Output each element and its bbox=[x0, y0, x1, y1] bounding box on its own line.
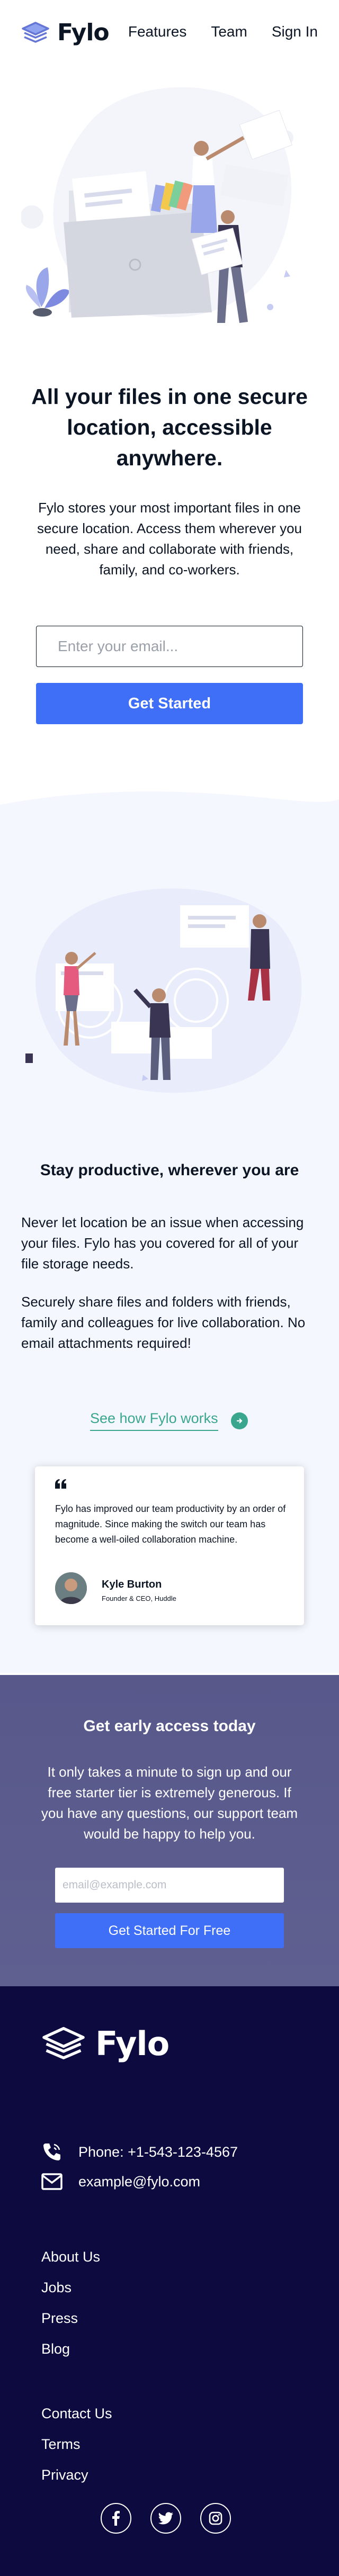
footer-email-text: example@fylo.com bbox=[78, 2173, 200, 2190]
footer-email[interactable]: example@fylo.com bbox=[41, 2173, 200, 2191]
testimonial-name: Kyle Burton bbox=[102, 1579, 162, 1590]
logo-wordmark: Fylo bbox=[57, 19, 110, 46]
productive-title: Stay productive, wherever you are bbox=[40, 1161, 299, 1179]
productive-paragraph-1: Never let location be an issue when acce… bbox=[21, 1214, 304, 1272]
main-nav: Features Team Sign In bbox=[128, 23, 318, 40]
avatar bbox=[55, 1572, 87, 1604]
get-started-button[interactable]: Get Started bbox=[36, 683, 303, 724]
hero-title: All your files in one secure location, a… bbox=[31, 384, 308, 470]
footer-link-press[interactable]: Press bbox=[41, 2310, 78, 2327]
early-access-description: It only takes a minute to sign up and ou… bbox=[41, 1764, 298, 1842]
footer-link-privacy[interactable]: Privacy bbox=[41, 2467, 88, 2483]
footer-link-contact-us[interactable]: Contact Us bbox=[41, 2406, 112, 2422]
productive-paragraph-2: Securely share files and folders with fr… bbox=[21, 1294, 306, 1351]
footer-link-terms[interactable]: Terms bbox=[41, 2436, 81, 2453]
get-started-free-button[interactable]: Get Started For Free bbox=[55, 1913, 284, 1948]
facebook-icon[interactable] bbox=[101, 2503, 131, 2534]
footer-logo[interactable]: Fylo bbox=[41, 2024, 170, 2063]
footer-phone-text: Phone: +1-543-123-4567 bbox=[78, 2143, 238, 2160]
early-access-email-input[interactable] bbox=[55, 1868, 284, 1903]
see-how-link[interactable]: See how Fylo works bbox=[90, 1410, 248, 1431]
testimonial-role: Founder & CEO, Huddle bbox=[102, 1595, 176, 1602]
logo-icon bbox=[42, 2026, 85, 2059]
footer-phone[interactable]: Phone: +1-543-123-4567 bbox=[41, 2141, 238, 2163]
hero-illustration bbox=[21, 87, 293, 323]
footer-link-blog[interactable]: Blog bbox=[41, 2341, 70, 2357]
nav-sign-in[interactable]: Sign In bbox=[272, 23, 318, 40]
email-icon bbox=[41, 2173, 63, 2190]
hero-description: Fylo stores your most important files in… bbox=[37, 500, 302, 578]
productive-illustration bbox=[25, 888, 302, 1093]
quote-icon bbox=[55, 1479, 66, 1489]
see-how-link-text: See how Fylo works bbox=[90, 1410, 218, 1431]
phone-icon bbox=[43, 2143, 60, 2160]
instagram-icon[interactable] bbox=[200, 2503, 231, 2534]
testimonial-card: Fylo has improved our team productivity … bbox=[35, 1466, 304, 1625]
hero-email-input[interactable] bbox=[36, 626, 303, 667]
page: Fylo Features Team Sign In All your file… bbox=[0, 0, 339, 2576]
logo[interactable]: Fylo bbox=[21, 19, 110, 46]
twitter-icon[interactable] bbox=[150, 2503, 181, 2534]
nav-team[interactable]: Team bbox=[211, 23, 247, 40]
nav-features[interactable]: Features bbox=[128, 23, 187, 40]
social-links bbox=[101, 2503, 231, 2534]
footer-logo-wordmark: Fylo bbox=[95, 2024, 170, 2063]
footer-link-jobs[interactable]: Jobs bbox=[41, 2280, 72, 2296]
testimonial-quote: Fylo has improved our team productivity … bbox=[55, 1503, 286, 1545]
footer-link-about-us[interactable]: About Us bbox=[41, 2249, 100, 2265]
arrow-right-icon bbox=[230, 1412, 248, 1429]
logo-icon bbox=[22, 21, 49, 43]
early-access-title: Get early access today bbox=[83, 1717, 256, 1735]
